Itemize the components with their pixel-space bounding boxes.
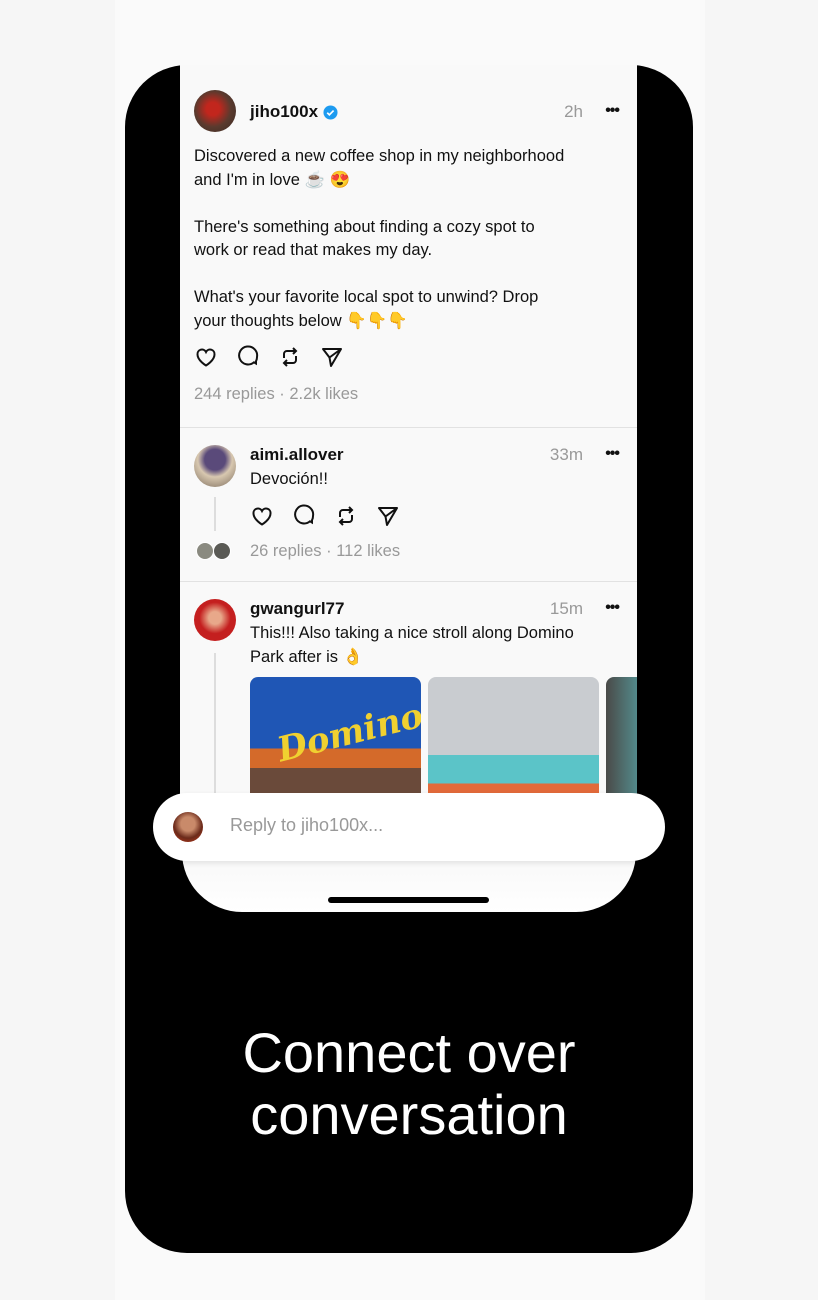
thread-line bbox=[214, 497, 216, 531]
more-options-icon[interactable]: ••• bbox=[605, 599, 620, 617]
username[interactable]: aimi.allover bbox=[250, 445, 344, 465]
avatar[interactable] bbox=[194, 90, 236, 132]
more-options-icon[interactable]: ••• bbox=[605, 102, 620, 120]
heart-icon[interactable] bbox=[194, 345, 218, 369]
post-text: Devoción!! bbox=[250, 470, 328, 488]
avatar bbox=[213, 542, 231, 560]
verified-badge-icon bbox=[323, 105, 338, 120]
avatar[interactable] bbox=[194, 445, 236, 487]
username[interactable]: gwangurl77 bbox=[250, 599, 344, 619]
timestamp: 33m bbox=[549, 445, 583, 464]
post-actions bbox=[194, 345, 344, 369]
avatar[interactable] bbox=[194, 599, 236, 641]
reply-input[interactable]: Reply to jiho100x... bbox=[153, 793, 665, 861]
tagline: Connect over conversation bbox=[125, 1022, 693, 1146]
post-actions bbox=[250, 504, 400, 528]
more-options-icon[interactable]: ••• bbox=[605, 445, 620, 463]
timestamp: 15m bbox=[549, 599, 583, 618]
post-stats[interactable]: 26 replies · 112 likes bbox=[250, 542, 400, 561]
post-image-pier[interactable] bbox=[428, 677, 599, 795]
comment-icon[interactable] bbox=[292, 504, 316, 528]
username[interactable]: jiho100x bbox=[250, 102, 318, 122]
post-image-structure[interactable] bbox=[606, 677, 637, 795]
reply-placeholder[interactable]: Reply to jiho100x... bbox=[230, 815, 383, 836]
tagline-line1: Connect over bbox=[242, 1021, 576, 1084]
comment-icon[interactable] bbox=[236, 345, 260, 369]
user-avatar bbox=[173, 812, 203, 842]
post-text: This!!! Also taking a nice stroll along … bbox=[250, 624, 574, 666]
post-text: Discovered a new coffee shop in my neigh… bbox=[194, 147, 565, 330]
share-icon[interactable] bbox=[320, 345, 344, 369]
post-image-domino-sugar[interactable]: Domino bbox=[250, 677, 421, 795]
thread-line bbox=[214, 653, 216, 795]
repost-icon[interactable] bbox=[278, 345, 302, 369]
home-indicator[interactable] bbox=[328, 897, 489, 903]
divider bbox=[180, 581, 637, 582]
post-stats[interactable]: 244 replies · 2.2k likes bbox=[194, 385, 358, 404]
heart-icon[interactable] bbox=[250, 504, 274, 528]
divider bbox=[180, 427, 637, 428]
image-sign-text: Domino bbox=[273, 695, 421, 771]
thread-screen: jiho100x 2h ••• Discovered a new coffee … bbox=[180, 65, 637, 795]
share-icon[interactable] bbox=[376, 504, 400, 528]
timestamp: 2h bbox=[564, 102, 583, 121]
repost-icon[interactable] bbox=[334, 504, 358, 528]
avatar bbox=[196, 542, 214, 560]
replier-avatars bbox=[196, 542, 236, 560]
tagline-line2: conversation bbox=[250, 1083, 568, 1146]
